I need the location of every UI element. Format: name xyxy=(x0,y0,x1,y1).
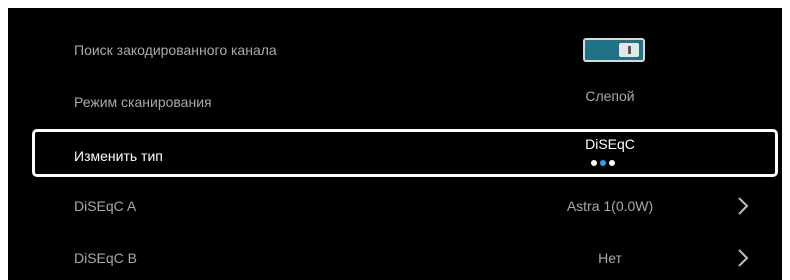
row-value: Astra 1(0.0W) xyxy=(566,198,654,214)
toggle-knob-mark xyxy=(628,46,631,54)
chevron-right-icon[interactable] xyxy=(734,249,752,267)
pager-dots xyxy=(591,160,615,166)
pager-dot-active xyxy=(600,160,606,166)
row-label: DiSEqC A xyxy=(74,198,137,214)
row-label: Изменить тип xyxy=(74,148,163,164)
settings-panel: Поиск закодированного канала Режим скани… xyxy=(8,8,782,280)
diseqc-b-row[interactable]: DiSEqC B Нет xyxy=(8,232,782,280)
row-value: Нет xyxy=(598,250,622,266)
row-value: Слепой xyxy=(585,88,635,104)
encrypted-search-toggle[interactable] xyxy=(583,38,645,62)
toggle-knob xyxy=(619,43,639,57)
row-label: DiSEqC B xyxy=(74,250,138,266)
pager-dot xyxy=(609,160,615,166)
encrypted-channel-search-row[interactable]: Поиск закодированного канала xyxy=(8,24,782,76)
chevron-right-icon[interactable] xyxy=(734,197,752,215)
row-label: Поиск закодированного канала xyxy=(74,42,277,58)
row-label: Режим сканирования xyxy=(74,94,212,110)
row-value: DiSEqC xyxy=(585,136,635,152)
pager-dot xyxy=(591,160,597,166)
change-type-row[interactable]: Изменить тип DiSEqC xyxy=(32,129,778,177)
diseqc-a-row[interactable]: DiSEqC A Astra 1(0.0W) xyxy=(8,180,782,232)
scan-mode-row[interactable]: Режим сканирования Слепой xyxy=(8,76,782,128)
